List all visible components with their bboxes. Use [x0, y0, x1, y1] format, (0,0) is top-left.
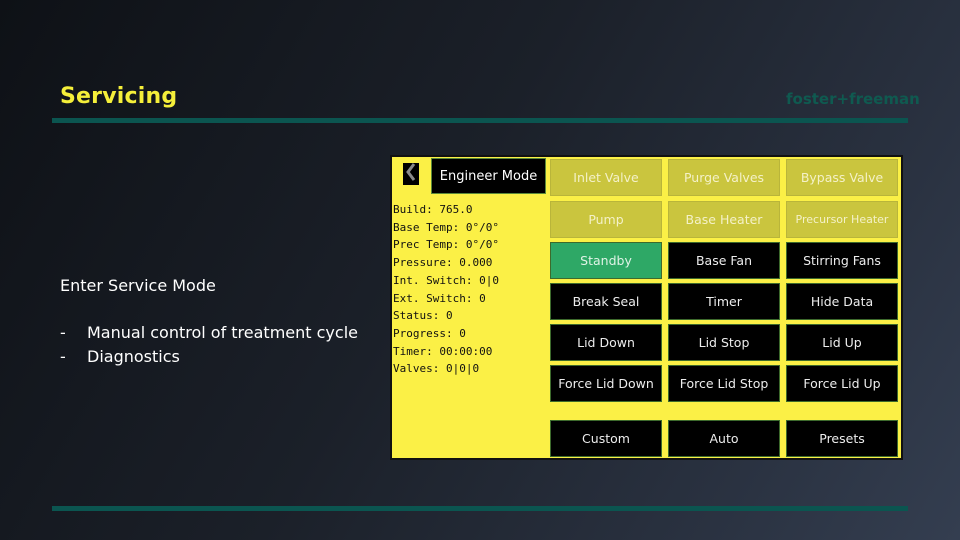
bullet-text: Manual control of treatment cycle	[87, 323, 358, 342]
force-lid-stop-button[interactable]: Force Lid Stop	[668, 365, 780, 402]
presets-button[interactable]: Presets	[786, 420, 898, 457]
readout-line: Timer: 00:00:00	[393, 344, 493, 358]
bullet-item: - Manual control of treatment cycle	[60, 323, 358, 347]
lid-up-button[interactable]: Lid Up	[786, 324, 898, 361]
footer-divider	[52, 506, 908, 511]
force-lid-up-button[interactable]: Force Lid Up	[786, 365, 898, 402]
readout-line: Valves: 0|0|0	[393, 362, 480, 376]
bypass-valve-button[interactable]: Bypass Valve	[786, 159, 898, 196]
bullet-marker: -	[60, 323, 66, 342]
mode-label: Engineer Mode	[431, 158, 546, 194]
brand-logo: foster+freeman	[786, 90, 920, 108]
standby-button[interactable]: Standby	[550, 242, 662, 279]
slide-title: Servicing	[60, 84, 178, 109]
readout-line: Prec Temp: 0°/0°	[393, 238, 499, 252]
bullet-list: - Manual control of treatment cycle - Di…	[60, 323, 358, 371]
status-readout: Build: 765.0 Base Temp: 0°/0° Prec Temp:…	[393, 201, 499, 378]
purge-valves-button[interactable]: Purge Valves	[668, 159, 780, 196]
readout-line: Build: 765.0	[393, 203, 473, 216]
readout-line: Progress: 0	[393, 326, 466, 340]
timer-button[interactable]: Timer	[668, 283, 780, 320]
lead-text: Enter Service Mode	[60, 276, 216, 295]
base-heater-button[interactable]: Base Heater	[668, 201, 780, 238]
readout-line: Base Temp: 0°/0°	[393, 220, 499, 234]
break-seal-button[interactable]: Break Seal	[550, 283, 662, 320]
inlet-valve-button[interactable]: Inlet Valve	[550, 159, 662, 196]
custom-button[interactable]: Custom	[550, 420, 662, 457]
force-lid-down-button[interactable]: Force Lid Down	[550, 365, 662, 402]
header-divider	[52, 118, 908, 123]
readout-line: Pressure: 0.000	[393, 256, 493, 270]
bullet-marker: -	[60, 347, 66, 366]
chevron-left-icon	[406, 163, 416, 185]
stirring-fans-button[interactable]: Stirring Fans	[786, 242, 898, 279]
lid-stop-button[interactable]: Lid Stop	[668, 324, 780, 361]
precursor-heater-button[interactable]: Precursor Heater	[786, 201, 898, 238]
lid-down-button[interactable]: Lid Down	[550, 324, 662, 361]
bullet-text: Diagnostics	[87, 347, 180, 366]
back-button[interactable]	[403, 163, 419, 185]
hide-data-button[interactable]: Hide Data	[786, 283, 898, 320]
base-fan-button[interactable]: Base Fan	[668, 242, 780, 279]
readout-line: Ext. Switch: 0	[393, 291, 486, 305]
readout-line: Int. Switch: 0|0	[393, 273, 499, 287]
auto-button[interactable]: Auto	[668, 420, 780, 457]
pump-button[interactable]: Pump	[550, 201, 662, 238]
readout-line: Status: 0	[393, 309, 453, 323]
bullet-item: - Diagnostics	[60, 347, 358, 371]
